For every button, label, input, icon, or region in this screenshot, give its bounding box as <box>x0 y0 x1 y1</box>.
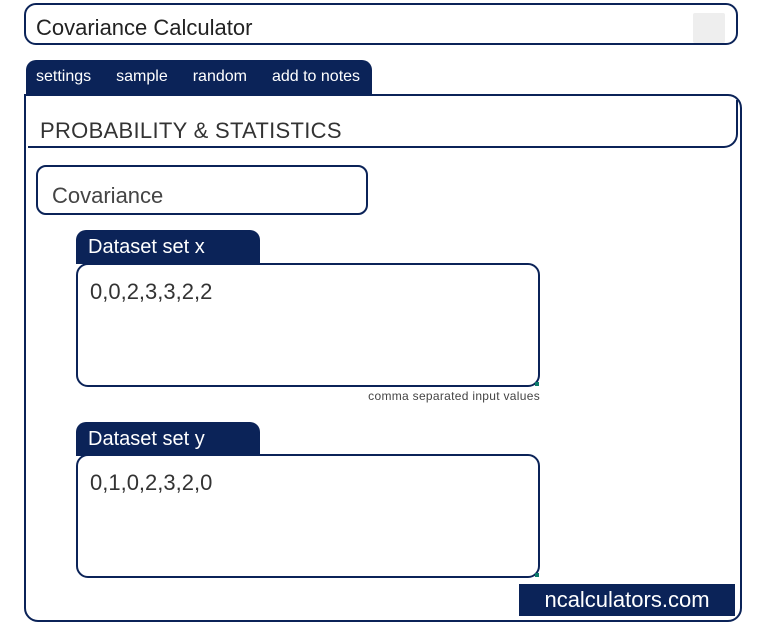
dataset-y-label: Dataset set y <box>76 422 260 456</box>
random-button[interactable]: random <box>193 68 247 86</box>
input-hint: comma separated input values <box>368 389 540 403</box>
resize-handle[interactable] <box>535 573 539 577</box>
toolbar: settings sample random add to notes <box>26 60 373 94</box>
dataset-x-label: Dataset set x <box>76 230 260 264</box>
section-heading-text: PROBABILITY & STATISTICS <box>40 118 342 143</box>
dataset-y-value[interactable]: 0,1,0,2,3,2,0 <box>90 470 212 496</box>
brand-badge[interactable]: ncalculators.com <box>519 584 735 616</box>
resize-handle[interactable] <box>535 382 539 386</box>
dataset-x-value[interactable]: 0,0,2,3,3,2,2 <box>90 279 212 305</box>
calculator-name: Covariance <box>52 183 164 208</box>
sample-button[interactable]: sample <box>116 68 168 86</box>
calculator-name-box: Covariance <box>36 165 368 215</box>
dataset-x-input[interactable]: 0,0,2,3,3,2,2 <box>76 263 540 387</box>
title-bar: Covariance Calculator <box>24 3 738 45</box>
app-title: Covariance Calculator <box>36 15 253 40</box>
title-square-button[interactable] <box>693 13 725 43</box>
section-heading: PROBABILITY & STATISTICS <box>28 100 738 148</box>
add-to-notes-button[interactable]: add to notes <box>272 68 360 86</box>
settings-button[interactable]: settings <box>36 68 91 86</box>
dataset-y-input[interactable]: 0,1,0,2,3,2,0 <box>76 454 540 578</box>
